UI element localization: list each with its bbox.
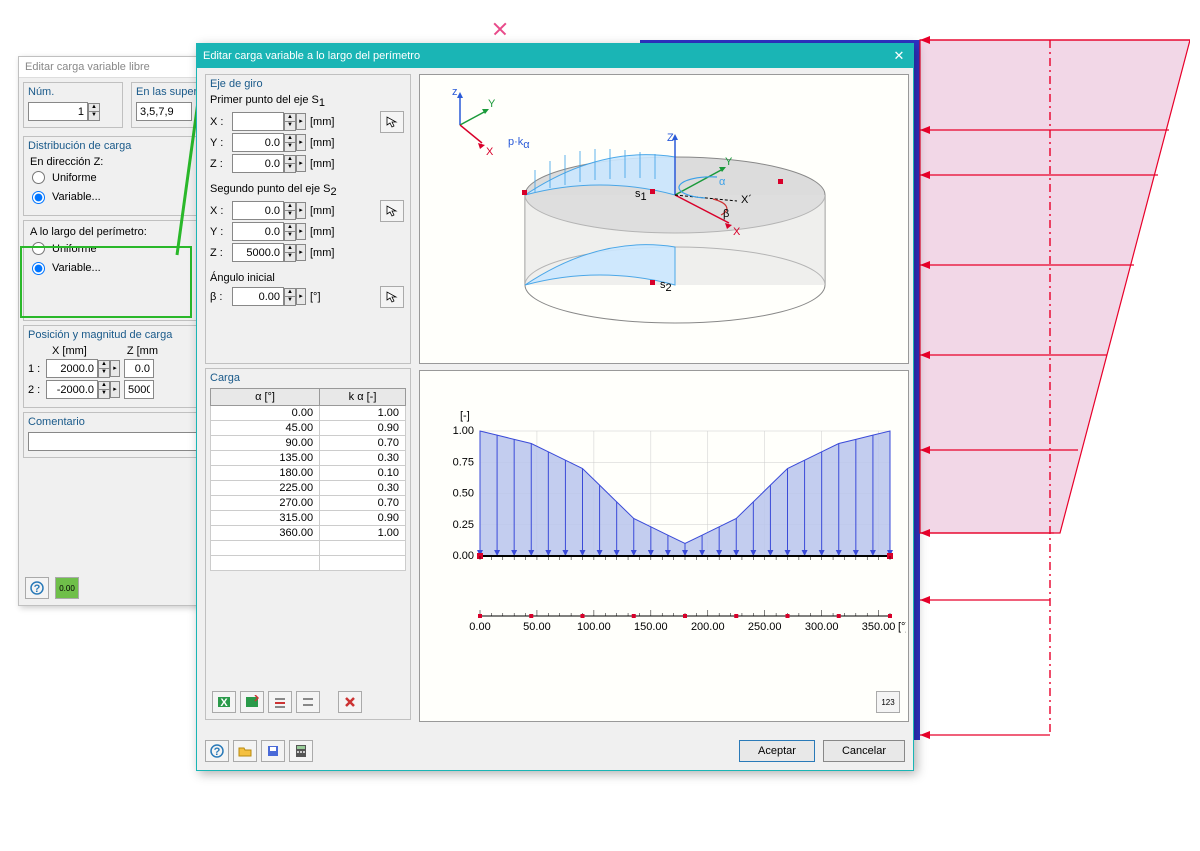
- axis-title: Eje de giro: [210, 78, 406, 90]
- calculator-icon[interactable]: [289, 740, 313, 762]
- z2-input[interactable]: [124, 380, 154, 399]
- svg-text:0.00: 0.00: [469, 621, 490, 633]
- p1x-input[interactable]: ▲▼▸: [232, 112, 306, 131]
- svg-text:200.00: 200.00: [691, 621, 725, 633]
- p1y-input[interactable]: ▲▼▸: [232, 133, 306, 152]
- svg-text:[-]: [-]: [460, 410, 470, 422]
- load-chart: 0.00 0.25 0.50 0.75 1.00 [-] 0.00 50.00 100.00 15…: [419, 370, 909, 722]
- svg-text:Z: Z: [667, 132, 674, 144]
- axis-3d-preview: z Y X p·kα: [419, 74, 909, 364]
- p1y-label: Y :: [210, 137, 228, 149]
- col-alpha: α [°]: [211, 389, 320, 406]
- svg-text:Y: Y: [725, 156, 733, 168]
- svg-text:?: ?: [214, 746, 221, 758]
- svg-text:X: X: [486, 146, 494, 158]
- x1-input[interactable]: ▲▼▸: [46, 359, 120, 378]
- col-x-header: X [mm]: [52, 345, 87, 357]
- table-row[interactable]: 360.001.00: [211, 526, 406, 541]
- main-dialog: Editar carga variable a lo largo del per…: [196, 43, 914, 771]
- p1x-label: X :: [210, 116, 228, 128]
- svg-text:350.00: 350.00: [862, 621, 896, 633]
- col-z-header: Z [mm: [127, 345, 158, 357]
- open-folder-icon[interactable]: [233, 740, 257, 762]
- table-row[interactable]: 0.001.00: [211, 406, 406, 421]
- svg-text:X: X: [733, 226, 741, 238]
- main-titlebar[interactable]: Editar carga variable a lo largo del per…: [197, 44, 913, 68]
- svg-text:s2: s2: [660, 279, 672, 294]
- pick-p2-icon[interactable]: [380, 200, 404, 222]
- help-icon[interactable]: ?: [25, 577, 49, 599]
- row1-label: 1 :: [28, 363, 42, 375]
- p1z-input[interactable]: ▲▼▸: [232, 154, 306, 173]
- delete-icon[interactable]: [338, 691, 362, 713]
- svg-text:100.00: 100.00: [577, 621, 611, 633]
- p2z-input[interactable]: ▲▼▸: [232, 243, 306, 262]
- svg-text:X: X: [220, 697, 228, 709]
- p2x-input[interactable]: ▲▼▸: [232, 201, 306, 220]
- svg-text:0.50: 0.50: [453, 488, 474, 500]
- svg-text:Y: Y: [488, 98, 496, 110]
- svg-text:50.00: 50.00: [523, 621, 551, 633]
- svg-text:p·kα: p·kα: [508, 136, 530, 151]
- svg-text:0.00: 0.00: [453, 550, 474, 562]
- cancel-button[interactable]: Cancelar: [823, 740, 905, 762]
- svg-text:X´: X´: [741, 194, 752, 206]
- carga-title: Carga: [210, 372, 406, 384]
- excel-import-icon[interactable]: [240, 691, 264, 713]
- p2y-input[interactable]: ▲▼▸: [232, 222, 306, 241]
- calc-icon[interactable]: 0.00: [55, 577, 79, 599]
- angle-label: Ángulo inicial: [210, 272, 406, 284]
- x2-input[interactable]: ▲▼▸: [46, 380, 120, 399]
- svg-text:[°]: [°]: [898, 621, 906, 633]
- svg-text:α: α: [719, 176, 726, 188]
- pick-p1-icon[interactable]: [380, 111, 404, 133]
- svg-text:0.25: 0.25: [453, 519, 474, 531]
- pick-beta-icon[interactable]: [380, 286, 404, 308]
- svg-text:150.00: 150.00: [634, 621, 668, 633]
- load-table[interactable]: α [°]k α [-] 0.001.0045.000.9090.000.701…: [210, 388, 406, 571]
- svg-text:z: z: [452, 86, 458, 98]
- main-dialog-title: Editar carga variable a lo largo del per…: [203, 50, 420, 62]
- p1-label: Primer punto del eje S1: [210, 94, 406, 109]
- row-insert-icon[interactable]: [268, 691, 292, 713]
- svg-text:β: β: [723, 208, 729, 220]
- chart-values-icon[interactable]: 123: [876, 691, 900, 713]
- save-icon[interactable]: [261, 740, 285, 762]
- num-input[interactable]: ▲▼: [28, 102, 118, 121]
- num-label: Núm.: [28, 86, 118, 98]
- table-row[interactable]: 90.000.70: [211, 436, 406, 451]
- p1z-label: Z :: [210, 158, 228, 170]
- beta-input[interactable]: ▲▼▸: [232, 287, 306, 306]
- table-row[interactable]: 225.000.30: [211, 481, 406, 496]
- svg-text:300.00: 300.00: [805, 621, 839, 633]
- excel-export-icon[interactable]: X: [212, 691, 236, 713]
- svg-text:250.00: 250.00: [748, 621, 782, 633]
- table-row[interactable]: 180.000.10: [211, 466, 406, 481]
- close-icon[interactable]: ✕: [891, 48, 907, 64]
- accept-button[interactable]: Aceptar: [739, 740, 815, 762]
- row2-label: 2 :: [28, 384, 42, 396]
- col-k: k α [-]: [320, 389, 406, 406]
- table-row[interactable]: 315.000.90: [211, 511, 406, 526]
- p2-label: Segundo punto del eje S2: [210, 183, 406, 198]
- help-icon[interactable]: ?: [205, 740, 229, 762]
- table-row[interactable]: 135.000.30: [211, 451, 406, 466]
- row-delete-icon[interactable]: [296, 691, 320, 713]
- z1-input[interactable]: [124, 359, 154, 378]
- table-row[interactable]: 270.000.70: [211, 496, 406, 511]
- highlight-perimeter-section: [20, 246, 192, 318]
- svg-text:1.00: 1.00: [453, 425, 474, 437]
- svg-text:0.75: 0.75: [453, 456, 474, 468]
- surf-input[interactable]: [136, 102, 192, 121]
- table-row[interactable]: 45.000.90: [211, 421, 406, 436]
- svg-text:?: ?: [34, 583, 41, 595]
